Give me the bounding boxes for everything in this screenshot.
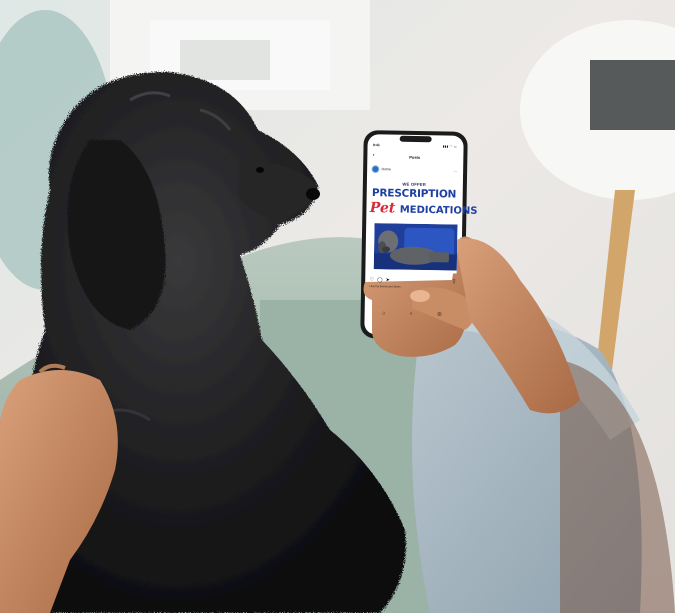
post-word-pet: Pet <box>369 200 396 217</box>
more-options-icon[interactable]: ··· <box>453 168 457 173</box>
bookmark-icon[interactable]: ▯ <box>453 278 456 284</box>
status-bar: 9:41 ▮▮▮ ◠ ▭ <box>373 142 457 149</box>
profile-icon[interactable]: ◎ <box>437 311 441 317</box>
post-line-pet-medications: Pet MEDICATIONS <box>369 199 478 219</box>
comment-icon[interactable]: ◯ <box>377 277 383 283</box>
home-icon[interactable]: ⌂ <box>382 310 385 316</box>
avatar[interactable] <box>371 165 380 174</box>
post-dog-photo <box>373 223 458 271</box>
posts-nav-bar: ‹ Posts <box>369 152 461 162</box>
search-icon[interactable]: ⌕ <box>410 311 413 317</box>
phone-screen: 9:41 ▮▮▮ ◠ ▭ ‹ Posts Home ··· WE OFFER P… <box>366 139 478 333</box>
nav-title: Posts <box>409 154 421 160</box>
post-account-row: Home ··· <box>371 165 458 174</box>
photo-frame: 9:41 ▮▮▮ ◠ ▭ ‹ Posts Home ··· WE OFFER P… <box>0 0 675 613</box>
bottom-tab-bar: ⌂ ⌕ ◎ <box>370 309 454 318</box>
post-word-medications: MEDICATIONS <box>399 204 478 217</box>
signal-battery-icon: ▮▮▮ ◠ ▭ <box>442 144 457 149</box>
post-image[interactable]: WE OFFER PRESCRIPTION Pet MEDICATIONS <box>368 176 478 274</box>
heart-icon[interactable]: ♡ <box>369 277 374 283</box>
dog-phone-photo <box>0 0 675 613</box>
share-icon[interactable]: ➤ <box>386 277 390 283</box>
account-name[interactable]: Home <box>381 167 390 171</box>
post-caption: Liked by friends and others <box>369 285 401 289</box>
post-actions: ♡ ◯ ➤ ▯ <box>369 277 455 285</box>
back-chevron-icon[interactable]: ‹ <box>373 152 375 158</box>
status-time: 9:41 <box>372 143 380 148</box>
